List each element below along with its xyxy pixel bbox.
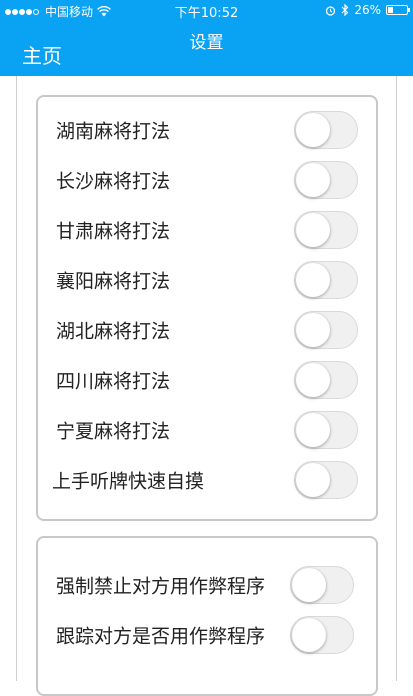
setting-row: 上手听牌快速自摸 [38,455,376,505]
setting-label: 跟踪对方是否用作弊程序 [56,625,266,648]
setting-toggle-switch[interactable] [294,161,358,199]
switch-knob [296,363,330,397]
setting-row: 湖南麻将打法 [38,105,376,155]
setting-toggle-switch[interactable] [294,111,358,149]
setting-row: 跟踪对方是否用作弊程序 [38,610,376,660]
setting-label: 四川麻将打法 [56,370,171,393]
setting-toggle-switch[interactable] [290,616,354,654]
setting-label: 上手听牌快速自摸 [52,470,205,493]
settings-group-anti-cheat: 强制禁止对方用作弊程序 跟踪对方是否用作弊程序 [36,536,378,696]
setting-label: 宁夏麻将打法 [56,420,171,443]
battery-percent: 26% [354,3,381,17]
switch-knob [296,113,330,147]
battery-fill [388,7,393,13]
setting-row: 四川麻将打法 [38,355,376,405]
setting-toggle-switch[interactable] [294,361,358,399]
setting-row: 长沙麻将打法 [38,155,376,205]
setting-row: 宁夏麻将打法 [38,405,376,455]
setting-row: 甘肃麻将打法 [38,205,376,255]
setting-row: 湖北麻将打法 [38,305,376,355]
switch-knob [296,413,330,447]
setting-toggle-switch[interactable] [294,411,358,449]
setting-label: 强制禁止对方用作弊程序 [56,575,266,598]
switch-knob [292,618,326,652]
switch-knob [296,263,330,297]
setting-label: 湖北麻将打法 [56,320,171,343]
setting-toggle-switch[interactable] [294,461,358,499]
switch-knob [296,313,330,347]
battery-icon [386,5,410,15]
switch-knob [292,568,326,602]
bluetooth-icon [341,4,349,16]
switch-knob [296,163,330,197]
setting-toggle-switch[interactable] [294,261,358,299]
setting-toggle-switch[interactable] [294,211,358,249]
alarm-icon [326,5,336,16]
setting-toggle-switch[interactable] [290,566,354,604]
setting-label: 甘肃麻将打法 [56,220,171,243]
setting-label: 长沙麻将打法 [56,170,171,193]
setting-toggle-switch[interactable] [294,311,358,349]
setting-label: 湖南麻将打法 [56,120,171,143]
setting-row: 强制禁止对方用作弊程序 [38,560,376,610]
home-back-button[interactable]: 主页 [22,40,62,69]
settings-content: 湖南麻将打法 长沙麻将打法 甘肃麻将打法 襄阳麻将打法 湖北麻将打法 四川麻将打… [16,76,397,696]
settings-group-game-rules: 湖南麻将打法 长沙麻将打法 甘肃麻将打法 襄阳麻将打法 湖北麻将打法 四川麻将打… [36,95,378,521]
nav-bar: 设置 主页 [0,20,413,76]
switch-knob [296,463,330,497]
switch-knob [296,213,330,247]
status-right: 26% [325,3,410,17]
setting-row: 襄阳麻将打法 [38,255,376,305]
setting-label: 襄阳麻将打法 [56,270,171,293]
status-bar: 中国移动 下午10:52 26% [0,0,413,21]
